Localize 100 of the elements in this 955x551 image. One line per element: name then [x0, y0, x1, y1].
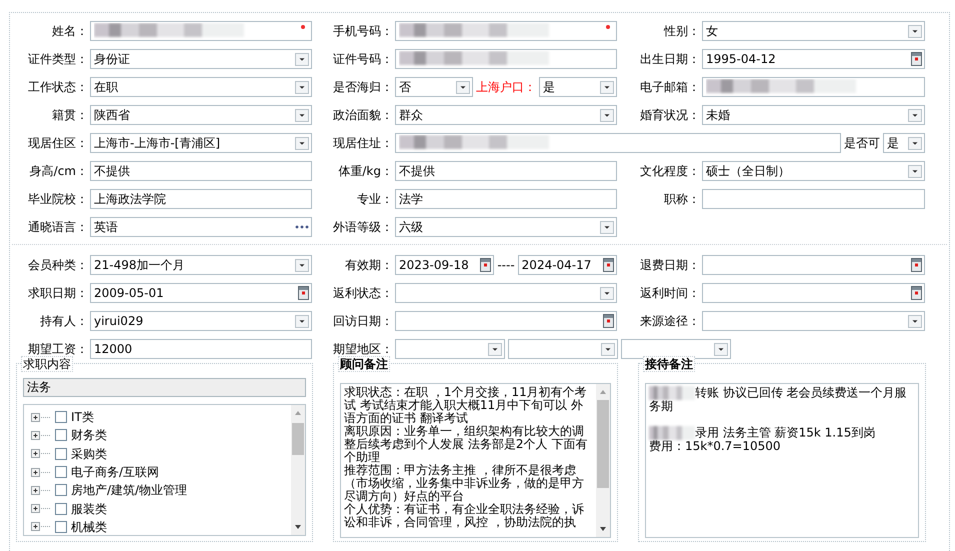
dropdown-field[interactable]: 在职 — [90, 77, 312, 97]
date-field[interactable] — [702, 255, 925, 275]
dropdown-field[interactable]: 女 — [702, 21, 925, 41]
scrollbar[interactable] — [291, 405, 305, 535]
text-field[interactable] — [395, 49, 617, 69]
field-label: 籍贯： — [51, 108, 88, 122]
field-label: 持有人： — [39, 314, 88, 328]
field-label: 证件号码： — [332, 52, 393, 66]
category-label[interactable]: 服装类 — [71, 500, 107, 518]
text-field[interactable] — [702, 189, 925, 209]
dropdown-field[interactable]: 否 — [395, 77, 473, 97]
dropdown-field[interactable]: 是 — [539, 77, 617, 97]
expand-icon[interactable] — [31, 412, 51, 422]
calendar-icon — [603, 314, 614, 328]
date-field[interactable]: 1995-04-12 — [702, 49, 925, 69]
field-label: 身高/cm： — [28, 164, 88, 178]
field-label: 上海户口： — [476, 80, 536, 94]
field-label: 外语等级： — [332, 220, 393, 234]
expand-icon[interactable] — [31, 430, 51, 440]
dropdown-field[interactable]: 上海市-上海市-[青浦区] — [90, 133, 312, 153]
text-field[interactable]: 12000 — [90, 339, 312, 359]
field-label: 手机号码： — [332, 24, 393, 38]
date-field[interactable] — [395, 311, 617, 331]
text-field[interactable] — [395, 133, 841, 153]
category-label[interactable]: 电子商务/互联网 — [71, 463, 160, 482]
checkbox[interactable] — [55, 411, 67, 424]
dropdown-field[interactable]: yirui029 — [90, 311, 312, 331]
text-field[interactable]: 不提供 — [90, 161, 312, 181]
scrollbar[interactable] — [596, 384, 610, 537]
checkbox[interactable] — [55, 502, 67, 515]
field-label: 性别： — [662, 24, 700, 38]
dropdown-field[interactable]: 21-498加一个月 — [90, 255, 312, 275]
panel-title: 顾问备注 — [338, 356, 390, 372]
dropdown-field[interactable]: 硕士（全日制） — [702, 161, 925, 181]
calendar-icon — [911, 286, 922, 300]
checkbox[interactable] — [55, 429, 67, 442]
category-label[interactable]: 采购类 — [71, 444, 107, 463]
field-label: 返利状态： — [332, 286, 393, 300]
field-label: 证件类型： — [27, 52, 88, 66]
field-label: 姓名： — [51, 24, 88, 38]
field-label: 毕业院校： — [27, 192, 88, 206]
expand-icon[interactable] — [31, 449, 51, 458]
field-label: 工作状态： — [27, 80, 88, 94]
text-field[interactable] — [395, 21, 617, 41]
field-label: 有效期： — [344, 258, 393, 272]
text-field[interactable] — [90, 21, 312, 41]
calendar-icon — [480, 258, 492, 272]
expand-icon[interactable] — [31, 504, 51, 514]
dropdown-field[interactable]: 六级 — [395, 217, 617, 237]
lookup-field[interactable]: 英语 — [90, 217, 312, 237]
field-label: 返利时间： — [639, 286, 700, 300]
expand-icon[interactable] — [31, 522, 51, 532]
checkbox[interactable] — [55, 466, 67, 478]
calendar-icon — [911, 52, 922, 66]
dropdown-field[interactable] — [621, 339, 731, 359]
dropdown-field[interactable]: 身份证 — [90, 49, 312, 69]
field-label: 电子邮箱： — [639, 80, 700, 94]
panel-title: 求职内容 — [21, 356, 73, 372]
category-label[interactable]: 房地产/建筑/物业管理 — [71, 481, 188, 500]
date-field[interactable]: 2009-05-01 — [90, 283, 312, 303]
field-label: 退费日期： — [639, 258, 700, 272]
text-field[interactable]: 不提供 — [395, 161, 617, 181]
dropdown-field[interactable] — [395, 283, 617, 303]
dropdown-field[interactable]: 陕西省 — [90, 105, 312, 125]
dropdown-field[interactable]: 是 — [883, 133, 925, 153]
calendar-icon — [298, 286, 309, 300]
field-label: 现居住址： — [332, 136, 393, 150]
dropdown-field[interactable]: 群众 — [395, 105, 617, 125]
dropdown-field[interactable]: 未婚 — [702, 105, 925, 125]
text-field[interactable] — [702, 77, 925, 97]
field-label: 求职日期： — [27, 286, 88, 300]
date-field[interactable]: 2024-04-17 — [518, 255, 618, 275]
date-field[interactable]: 2023-09-18 — [395, 255, 494, 275]
note-text: 录用 法务主管 薪资15k 1.15到岗 — [649, 426, 915, 440]
category-label[interactable]: 机械类 — [71, 518, 107, 536]
field-label: 期望地区： — [332, 342, 393, 356]
expand-icon[interactable] — [31, 486, 51, 495]
field-label: 专业： — [356, 192, 393, 206]
category-label[interactable]: IT类 — [71, 408, 94, 426]
dropdown-field[interactable] — [508, 339, 618, 359]
note-text: 费用：15k*0.7=10500 — [649, 440, 782, 453]
category-label[interactable]: 财务类 — [71, 426, 107, 444]
notes-box[interactable]: 求职状态：在职 ，1个月交接，11月初有个考试 考试结束才能入职大概11月中下旬可以 外语方面的证书 翻译考试 离职原因：业务单一，组织架构有比较大的调整后续考虑到个人发展 法务部是2个人 下面有个助理 推荐范围：甲方法务主推 ，律所不是很考虑（市场收缩，业务集中非诉业务，做的是甲方尽调方向）好点的平台 个人优势：有证书，有企业全职法务经验，诉讼和非诉，合同管理，风控 ，协助法院的执 — [340, 383, 611, 538]
panel-title: 接待备注 — [643, 356, 695, 372]
field-label: 婚育状况： — [639, 108, 700, 122]
field-label: 通晓语言： — [27, 220, 88, 234]
expand-icon[interactable] — [31, 468, 51, 477]
field-label: 是否海归： — [332, 80, 393, 94]
checkbox[interactable] — [55, 484, 67, 496]
field-label: 期望工资： — [27, 342, 88, 356]
checkbox[interactable] — [55, 448, 67, 460]
date-field[interactable] — [702, 283, 925, 303]
dropdown-field[interactable] — [395, 339, 505, 359]
notes-box[interactable]: 转账 协议已回传 老会员续费送一个月服务期 录用 法务主管 薪资15k 1.15到岗 费用：15k*0.7=10500 — [645, 383, 919, 538]
dropdown-field[interactable] — [702, 311, 925, 331]
text-field[interactable]: 法学 — [395, 189, 617, 209]
calendar-icon — [603, 258, 614, 272]
checkbox[interactable] — [55, 520, 67, 533]
search-field[interactable]: 法务 — [23, 378, 306, 397]
text-field[interactable]: 上海政法学院 — [90, 189, 312, 209]
